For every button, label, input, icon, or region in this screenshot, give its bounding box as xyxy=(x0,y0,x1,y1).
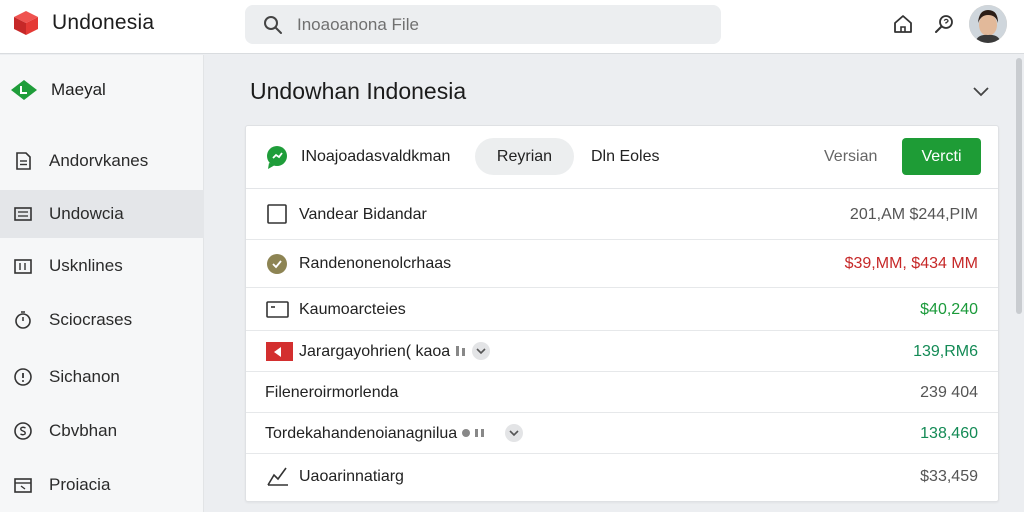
row-name: Kaumoarcteies xyxy=(299,301,406,318)
chevron-down-icon[interactable] xyxy=(970,80,992,102)
window-icon xyxy=(266,301,289,318)
table-row[interactable]: Kaumoarcteies $40,240 xyxy=(246,288,998,331)
sidebar-item-label: Sciocrases xyxy=(49,310,133,329)
sidebar-item-label: Sichanon xyxy=(49,367,120,386)
scrollbar[interactable] xyxy=(1016,58,1022,314)
table-row[interactable]: Randenonenolcrhaas $39,MM, $434 MM xyxy=(246,240,998,288)
sidebar-item-label: Undowcia xyxy=(49,204,124,223)
row-name-suffix: ilua xyxy=(432,425,458,443)
avatar-portrait-icon xyxy=(969,5,1007,43)
row-name: Randenonenolcrhaas xyxy=(299,255,452,272)
chat-bubble-icon xyxy=(267,146,287,169)
sidebar-item-sciocrases[interactable]: Sciocrases xyxy=(0,296,204,344)
info-circle-icon xyxy=(14,368,32,386)
app-title: Undonesia xyxy=(52,11,155,34)
search-input[interactable] xyxy=(297,14,677,35)
currency-circle-icon xyxy=(14,422,32,440)
table-row[interactable]: Fileneroirmorlenda 239 404 xyxy=(246,372,998,413)
row-name: Tordekahandenoianagnilua xyxy=(265,424,524,443)
sidebar-header-label: Maeyal xyxy=(51,80,106,99)
list-icon xyxy=(14,207,32,221)
sidebar-item-sichanon[interactable]: Sichanon xyxy=(0,353,204,401)
row-name: Fileneroirmorlenda xyxy=(265,384,399,401)
table-row[interactable]: Vandear Bidandar 201,AM $244,PIM xyxy=(246,189,998,240)
row-expand-button[interactable] xyxy=(505,424,524,442)
chevron-down-icon xyxy=(509,430,519,437)
row-value: $40,240 xyxy=(920,301,978,318)
chart-icon xyxy=(267,467,288,486)
row-value: 138,460 xyxy=(920,425,978,442)
sidebar-item-cbvbhan[interactable]: Cbvbhan xyxy=(0,407,204,455)
row-name: Vandear Bidandar xyxy=(299,206,427,223)
row-name: Uaoarinnatiarg xyxy=(299,468,404,485)
top-bar: Undonesia xyxy=(0,0,1024,54)
table-row[interactable]: Jarargayohrien( kaoa 139,RM6 xyxy=(246,331,998,372)
row-name-text: Jarargayohrien( kaoa xyxy=(299,343,451,361)
card-toolbar: INoajoadasvaldkman Reyrian Dln Eoles Ver… xyxy=(246,126,998,189)
green-diamond-icon xyxy=(11,80,37,100)
audio-icon[interactable] xyxy=(461,426,491,440)
toolbar-pill-button[interactable]: Reyrian xyxy=(475,138,574,175)
checkbox-icon[interactable] xyxy=(266,203,290,225)
flag-icon xyxy=(266,342,293,361)
sidebar-item-label: Usknlines xyxy=(49,256,123,275)
row-value: 201,AM $244,PIM xyxy=(849,206,978,223)
home-icon[interactable] xyxy=(891,12,915,36)
row-value: $39,MM, $434 MM xyxy=(844,255,978,272)
row-value: 239 404 xyxy=(920,384,978,401)
sidebar-item-usknlines[interactable]: Usknlines xyxy=(0,242,204,290)
version-label: Versian xyxy=(824,148,878,165)
primary-action-button[interactable]: Vercti xyxy=(902,138,981,175)
avatar[interactable] xyxy=(969,5,1007,43)
row-name-text: Tordekahandenoianagn xyxy=(265,425,433,443)
equalizer-icon[interactable] xyxy=(454,344,468,358)
search-icon xyxy=(264,15,282,34)
grid-panel-icon xyxy=(14,259,32,274)
timer-icon xyxy=(15,311,31,329)
olive-circle-icon xyxy=(267,254,287,274)
sidebar-item-label: Andorvkanes xyxy=(49,151,149,170)
row-value: 139,RM6 xyxy=(913,343,978,360)
row-value: $33,459 xyxy=(920,468,978,485)
document-icon xyxy=(16,152,31,170)
toolbar-link[interactable]: Dln Eoles xyxy=(591,148,659,166)
sidebar: Maeyal Andorvkanes Undowcia Usknlines Sc… xyxy=(0,55,204,512)
sidebar-item-andorvkanes[interactable]: Andorvkanes xyxy=(0,137,204,185)
sidebar-item-undowcia[interactable]: Undowcia xyxy=(0,190,204,238)
sidebar-item-label: Cbvbhan xyxy=(49,421,118,440)
brand[interactable]: Undonesia xyxy=(12,9,154,37)
table-row[interactable]: Tordekahandenoianagnilua 138,460 xyxy=(246,413,998,454)
table-row[interactable]: Uaoarinnatiarg $33,459 xyxy=(246,454,998,501)
chevron-down-icon xyxy=(476,348,486,355)
sidebar-header[interactable]: Maeyal xyxy=(10,79,106,101)
sidebar-item-label: Proiacia xyxy=(49,475,111,494)
calendar-icon xyxy=(14,478,32,493)
row-expand-button[interactable] xyxy=(472,342,491,360)
sidebar-item-proiacia[interactable]: Proiacia xyxy=(0,461,204,509)
page-title: Undowhan Indonesia xyxy=(250,78,467,104)
search-bar[interactable] xyxy=(245,5,721,44)
search-help-icon[interactable] xyxy=(932,12,956,36)
brand-logo-icon xyxy=(14,11,38,35)
row-name: Jarargayohrien( kaoa xyxy=(299,342,491,361)
toolbar-title: INoajoadasvaldkman xyxy=(301,148,451,165)
content-card: INoajoadasvaldkman Reyrian Dln Eoles Ver… xyxy=(245,125,999,502)
